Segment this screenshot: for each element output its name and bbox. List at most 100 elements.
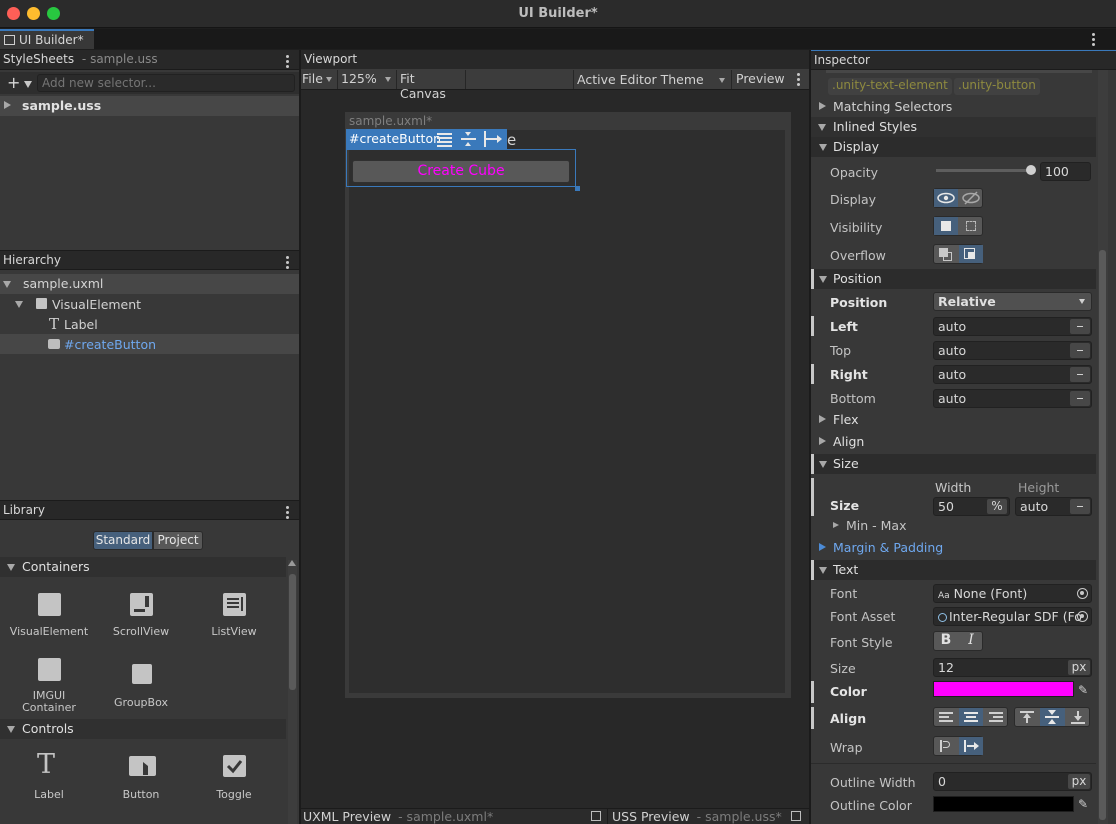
opacity-field[interactable]: 100	[1040, 162, 1091, 181]
text-size-unit-button[interactable]: px	[1068, 660, 1090, 675]
opacity-slider-thumb[interactable]	[1026, 165, 1036, 175]
library-item-toggle-control[interactable]: Toggle	[189, 748, 279, 808]
margin-padding-header[interactable]: Margin & Padding	[811, 538, 1096, 558]
align-right-icon[interactable]	[984, 708, 1008, 726]
bold-icon[interactable]: B	[934, 632, 958, 650]
left-unit-button[interactable]	[1070, 319, 1090, 334]
text-align-horizontal-group[interactable]	[933, 707, 1008, 727]
min-max-foldout[interactable]: Min - Max	[833, 518, 953, 533]
uss-preview-header[interactable]: USS Preview - sample.uss*	[612, 809, 782, 824]
wrap-icon[interactable]	[934, 737, 958, 755]
library-containers-header[interactable]: Containers	[0, 557, 286, 577]
object-picker-icon[interactable]	[1077, 611, 1088, 622]
expand-arrow-icon[interactable]	[4, 101, 11, 109]
align-top-icon[interactable]	[1015, 708, 1039, 726]
visibility-hidden-button[interactable]	[959, 217, 983, 235]
position-dropdown[interactable]: Relative	[933, 292, 1092, 311]
color-swatch[interactable]	[933, 681, 1074, 697]
library-scrollbar[interactable]	[288, 560, 297, 824]
right-unit-button[interactable]	[1070, 367, 1090, 382]
top-field[interactable]: auto	[933, 341, 1092, 360]
object-picker-icon[interactable]	[1077, 588, 1088, 599]
display-none-button[interactable]	[959, 189, 983, 207]
height-unit-button[interactable]	[1070, 499, 1090, 514]
outline-color-swatch[interactable]	[933, 796, 1074, 812]
expand-arrow-icon[interactable]	[819, 543, 826, 551]
theme-menu[interactable]: Active Editor Theme	[577, 72, 729, 89]
library-controls-header[interactable]: Controls	[0, 719, 286, 739]
hierarchy-item-createbutton[interactable]: #createButton	[0, 334, 299, 354]
visibility-toggle-group[interactable]	[933, 216, 983, 236]
display-section-header[interactable]: Display	[811, 137, 1096, 157]
library-item-imgui-container[interactable]: IMGUI Container	[4, 652, 94, 718]
align-left-icon[interactable]	[934, 708, 958, 726]
library-item-visualelement[interactable]: VisualElement	[4, 585, 94, 645]
create-cube-button[interactable]: Create Cube	[352, 160, 570, 183]
text-section-header[interactable]: Text	[814, 560, 1096, 580]
inspector-scroll-thumb[interactable]	[1099, 250, 1106, 820]
add-stylesheet-button[interactable]: +	[4, 74, 36, 92]
resize-handle[interactable]	[575, 186, 580, 191]
library-scroll-thumb[interactable]	[289, 574, 296, 690]
fit-canvas-button[interactable]: Fit Canvas	[400, 71, 464, 101]
preview-toggle[interactable]: Preview	[736, 71, 786, 88]
window-menu-icon[interactable]	[1092, 33, 1095, 48]
inlined-styles-header[interactable]: Inlined Styles	[811, 117, 1096, 137]
top-unit-button[interactable]	[1070, 343, 1090, 358]
align-center-icon[interactable]	[959, 708, 983, 726]
width-unit-button[interactable]: %	[987, 499, 1007, 514]
bottom-field[interactable]: auto	[933, 389, 1092, 408]
no-wrap-icon[interactable]	[959, 737, 983, 755]
hierarchy-item-visualelement[interactable]: VisualElement	[0, 294, 299, 314]
opacity-slider-track[interactable]	[936, 169, 1031, 172]
text-align-vertical-group[interactable]	[1014, 707, 1090, 727]
position-section-header[interactable]: Position	[814, 269, 1096, 289]
wrap-group[interactable]	[933, 736, 983, 756]
align-middle-icon[interactable]	[461, 132, 476, 146]
stretch-icon[interactable]	[484, 131, 502, 147]
eyedropper-icon[interactable]: ✎	[1078, 683, 1088, 697]
collapse-arrow-icon[interactable]	[7, 726, 15, 733]
expand-arrow-icon[interactable]	[833, 522, 839, 528]
library-menu-icon[interactable]	[286, 506, 289, 521]
display-toggle-group[interactable]	[933, 188, 983, 208]
file-menu[interactable]: File	[302, 71, 336, 88]
hierarchy-item-label-element[interactable]: T Label	[0, 314, 299, 334]
collapse-arrow-icon[interactable]	[15, 301, 23, 308]
collapse-arrow-icon[interactable]	[819, 276, 827, 283]
left-field[interactable]: auto	[933, 317, 1092, 336]
zoom-menu[interactable]: 125%	[341, 71, 395, 88]
stylesheets-menu-icon[interactable]	[286, 55, 289, 70]
library-tab-standard[interactable]: Standard	[93, 531, 153, 550]
bottom-unit-button[interactable]	[1070, 391, 1090, 406]
size-section-header[interactable]: Size	[814, 454, 1096, 474]
expand-arrow-icon[interactable]	[819, 415, 826, 423]
overflow-hidden-button[interactable]	[959, 245, 983, 263]
collapse-arrow-icon[interactable]	[818, 124, 826, 131]
library-item-listview[interactable]: ListView	[189, 585, 279, 645]
expand-arrow-icon[interactable]	[819, 437, 826, 445]
matching-selectors-foldout[interactable]: Matching Selectors	[813, 97, 1096, 117]
justify-icon[interactable]	[437, 132, 452, 147]
canvas-root[interactable]	[349, 130, 785, 693]
class-pill-text-element[interactable]: .unity-text-element	[828, 78, 952, 95]
align-section-header[interactable]: Align	[811, 432, 1096, 452]
library-tab-project[interactable]: Project	[153, 531, 203, 550]
display-flex-button[interactable]	[934, 189, 958, 207]
outline-width-unit-button[interactable]: px	[1068, 774, 1090, 789]
font-style-group[interactable]: B I	[933, 631, 983, 651]
flex-section-header[interactable]: Flex	[811, 410, 1096, 430]
collapse-arrow-icon[interactable]	[7, 564, 15, 571]
class-pill-button[interactable]: .unity-button	[954, 78, 1040, 95]
add-selector-input[interactable]	[37, 74, 295, 92]
font-object-field[interactable]: Aa None (Font)	[933, 584, 1092, 603]
collapse-arrow-icon[interactable]	[819, 461, 827, 468]
hierarchy-menu-icon[interactable]	[286, 256, 289, 271]
italic-icon[interactable]: I	[959, 632, 983, 650]
uxml-preview-header[interactable]: UXML Preview - sample.uxml*	[303, 809, 493, 824]
collapse-arrow-icon[interactable]	[3, 281, 11, 288]
overflow-visible-button[interactable]	[934, 245, 958, 263]
stylesheet-row[interactable]: sample.uss	[0, 96, 299, 116]
scroll-up-icon[interactable]	[288, 560, 296, 566]
font-asset-field[interactable]: Inter-Regular SDF (Fo	[933, 607, 1092, 626]
